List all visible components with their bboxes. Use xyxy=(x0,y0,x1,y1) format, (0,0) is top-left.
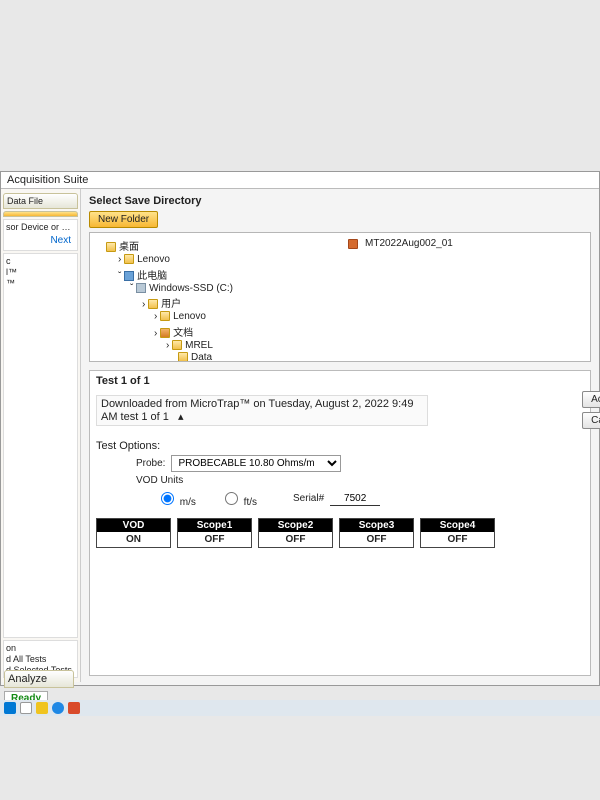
section-sensor-label: sor Device or Formula xyxy=(6,222,75,232)
units-ms-radio[interactable]: m/s xyxy=(156,489,196,508)
directory-tree[interactable]: 桌面 › Lenovo ˇ 此电脑 ˇ Windows-SSD (C:) › 用… xyxy=(90,233,338,361)
scope-scope2[interactable]: Scope2OFF xyxy=(258,518,333,548)
tab-active[interactable] xyxy=(3,211,78,217)
serial-input[interactable] xyxy=(330,492,380,506)
next-link[interactable]: Next xyxy=(6,233,75,248)
cancel-button[interactable]: Cancel xyxy=(582,412,600,429)
file-list[interactable]: MT2022Aug002_01 xyxy=(342,233,590,361)
file-item[interactable]: MT2022Aug002_01 xyxy=(346,237,586,250)
explorer-icon[interactable] xyxy=(36,702,48,714)
scope-vod[interactable]: VODON xyxy=(96,518,171,548)
folder-icon xyxy=(160,311,170,321)
select-save-dir-heading: Select Save Directory xyxy=(89,195,591,207)
desktop-icon xyxy=(106,242,116,252)
drive-icon xyxy=(136,283,146,293)
folder-icon xyxy=(172,340,182,350)
sidebar-item[interactable]: ™ xyxy=(6,278,75,288)
window-title: Acquisition Suite xyxy=(1,172,599,189)
accept-test-button[interactable]: Accept Test 1 xyxy=(582,391,600,408)
scope-scope1[interactable]: Scope1OFF xyxy=(177,518,252,548)
download-info: Downloaded from MicroTrap™ on Tuesday, A… xyxy=(96,395,428,426)
taskbar[interactable] xyxy=(0,700,600,716)
file-icon xyxy=(348,239,358,249)
main-panel: Select Save Directory New Folder 桌面 › Le… xyxy=(81,189,599,682)
test-options-label: Test Options: xyxy=(96,440,584,452)
units-fts-radio[interactable]: ft/s xyxy=(220,489,257,508)
folder-icon xyxy=(178,352,188,361)
serial-label: Serial# xyxy=(293,493,324,504)
scope-scope3[interactable]: Scope3OFF xyxy=(339,518,414,548)
probe-label: Probe: xyxy=(136,458,165,469)
folder-icon xyxy=(160,328,170,338)
sidebar-action[interactable]: d All Tests xyxy=(6,654,75,664)
tab-data-file[interactable]: Data File xyxy=(3,193,78,209)
folder-icon xyxy=(148,299,158,309)
vod-units-label: VOD Units xyxy=(136,475,183,486)
sidebar-item[interactable]: l™ xyxy=(6,267,75,277)
folder-icon xyxy=(124,254,134,264)
sidebar-item[interactable]: c xyxy=(6,256,75,266)
scope-scope4[interactable]: Scope4OFF xyxy=(420,518,495,548)
search-icon[interactable] xyxy=(20,702,32,714)
tests-heading: Test 1 of 1 xyxy=(96,375,584,387)
pc-icon xyxy=(124,271,134,281)
analyze-tab[interactable]: Analyze xyxy=(4,670,74,688)
edge-icon[interactable] xyxy=(52,702,64,714)
left-sidebar: Data File sor Device or Formula Next c l… xyxy=(1,189,81,682)
start-icon[interactable] xyxy=(4,702,16,714)
new-folder-button[interactable]: New Folder xyxy=(89,211,158,228)
sidebar-action[interactable]: on xyxy=(6,643,75,653)
app-icon[interactable] xyxy=(68,702,80,714)
probe-select[interactable]: PROBECABLE 10.80 Ohms/m xyxy=(171,455,341,472)
